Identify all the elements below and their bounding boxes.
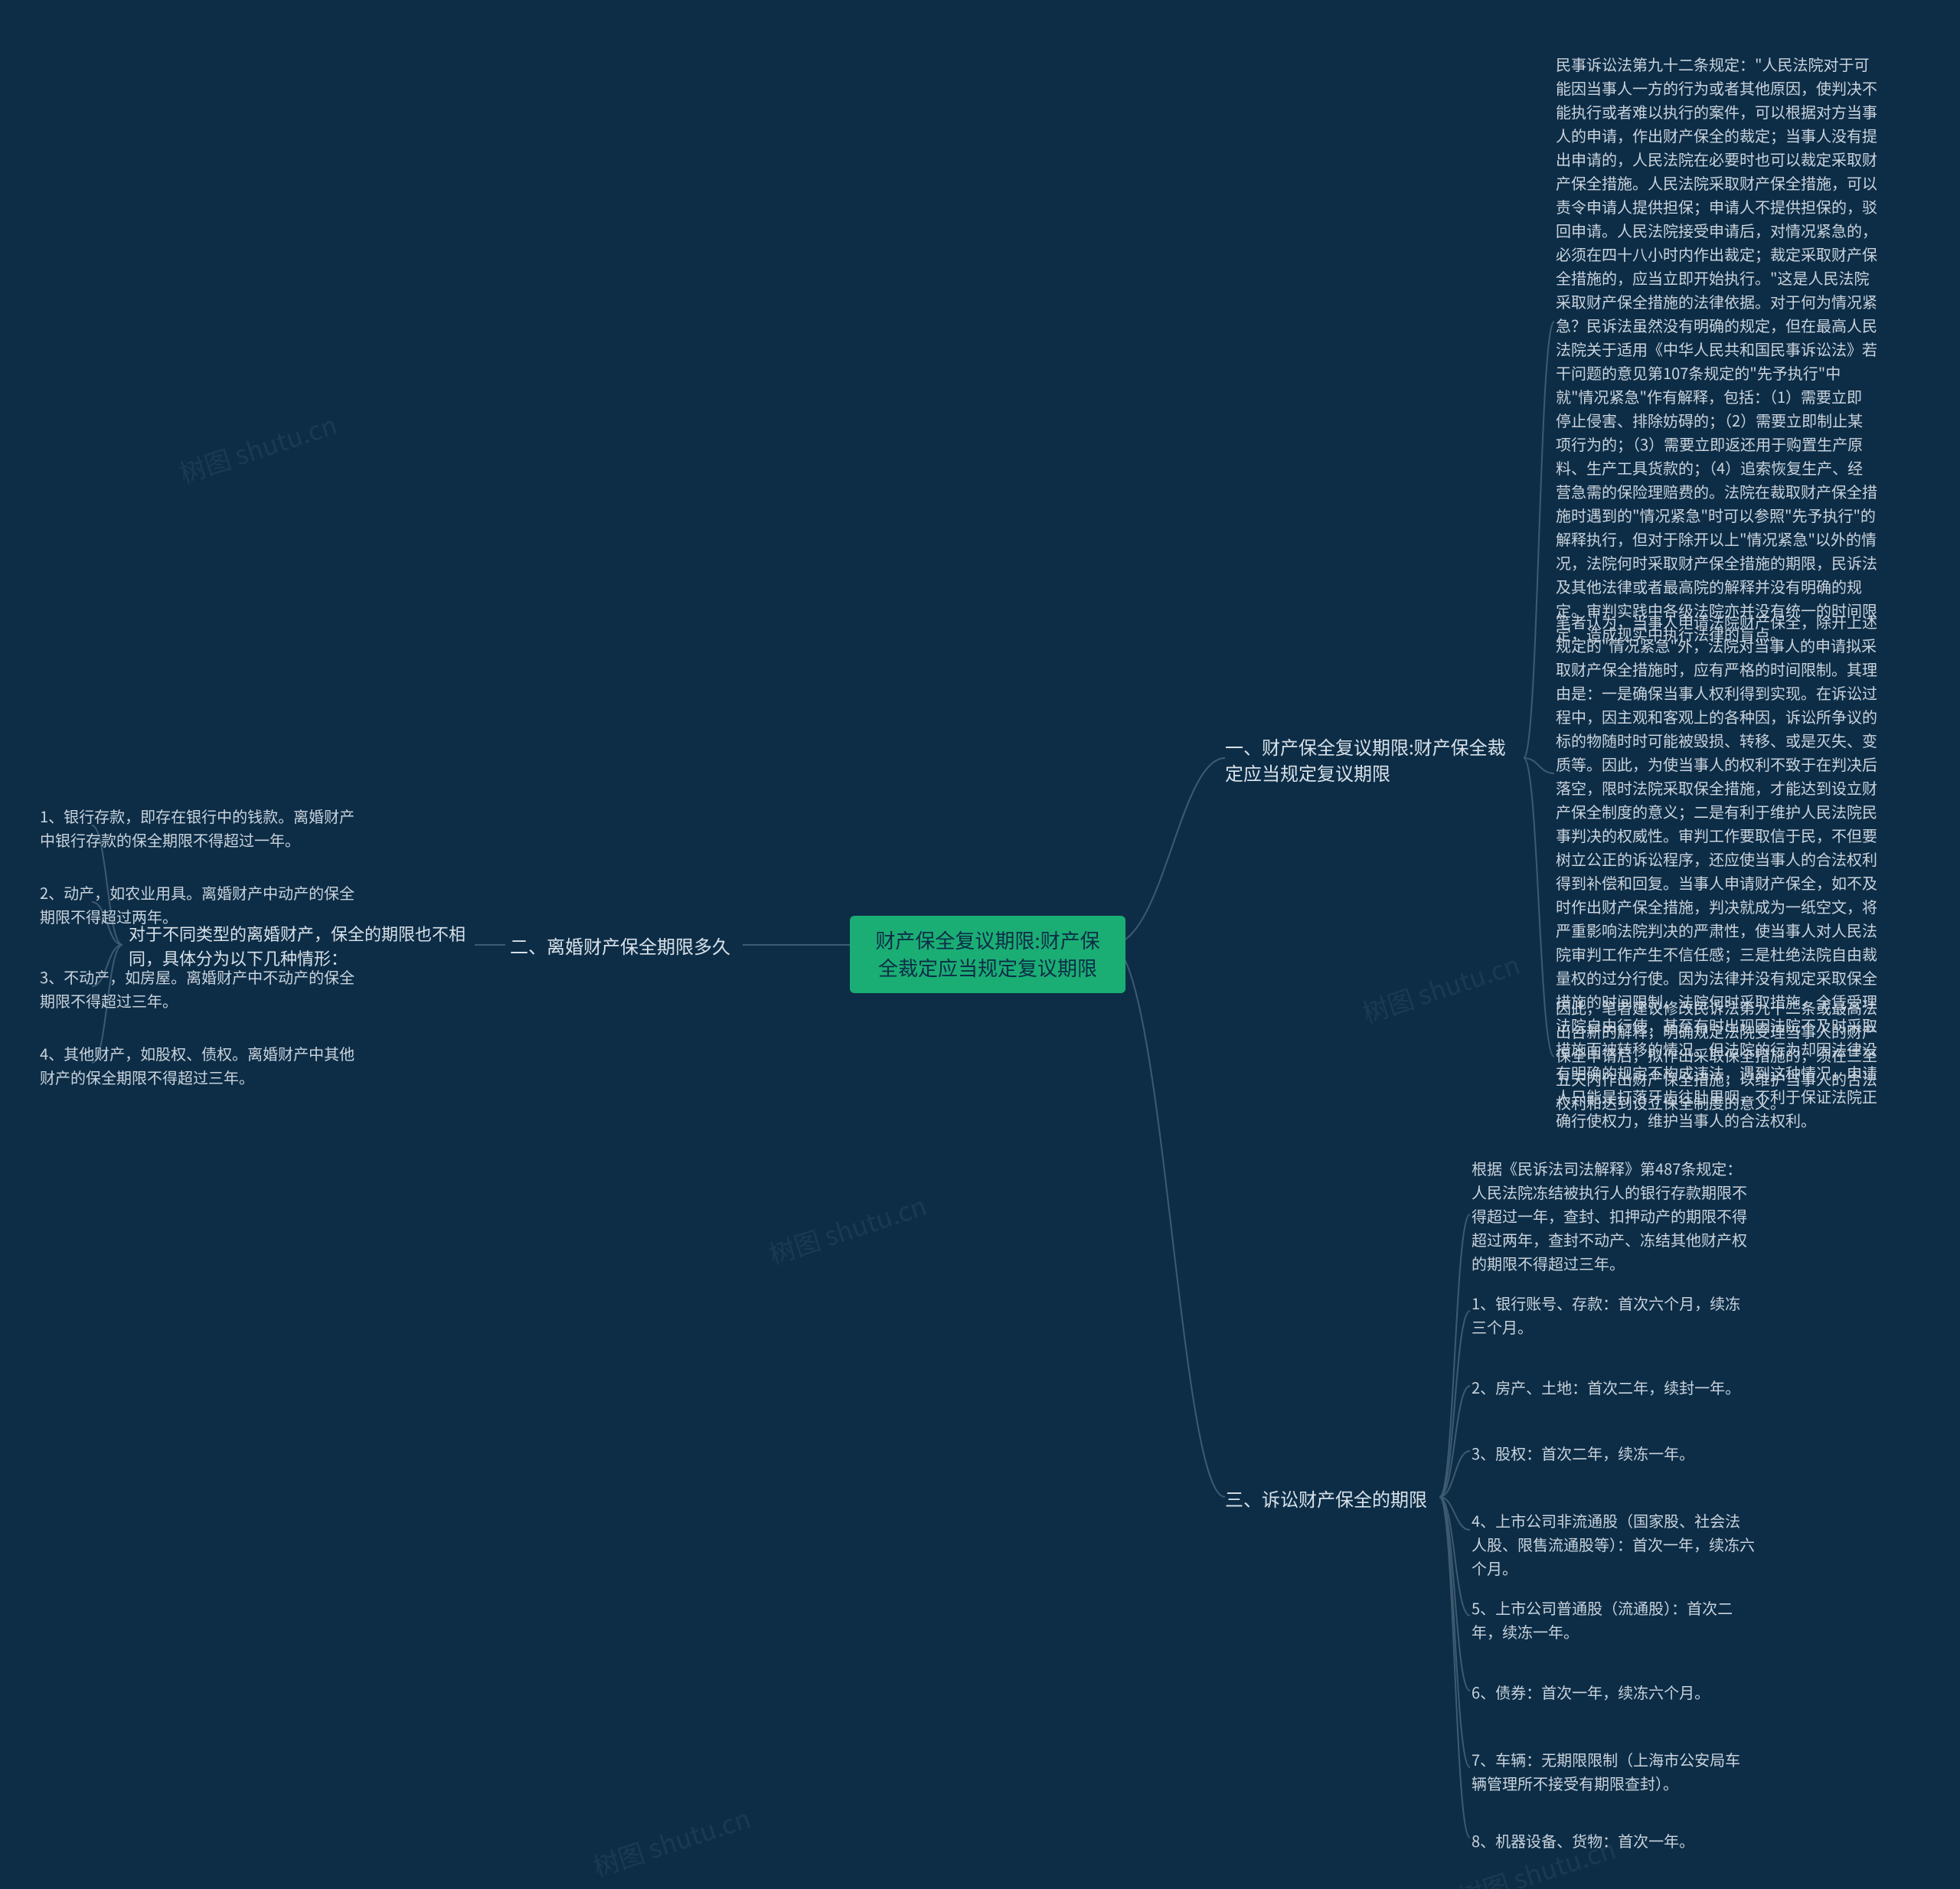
branch-1-leaf-1[interactable]: 民事诉讼法第九十二条规定："人民法院对于可能因当事人一方的行为或者其他原因，使判…	[1556, 52, 1877, 645]
branch-2-leaf-1[interactable]: 1、银行存款，即存在银行中的钱款。离婚财产中银行存款的保全期限不得超过一年。	[40, 804, 361, 851]
root-title-line1: 财产保全复议期限:财产保	[858, 927, 1118, 954]
branch-3-leaf-1[interactable]: 根据《民诉法司法解释》第487条规定：人民法院冻结被执行人的银行存款期限不得超过…	[1472, 1156, 1755, 1275]
watermark: 树图 shutu.cn	[1357, 944, 1524, 1031]
root-title-line2: 全裁定应当规定复议期限	[858, 954, 1118, 982]
branch-3-leaf-5[interactable]: 4、上市公司非流通股（国家股、社会法人股、限售流通股等）：首次一年，续冻六个月。	[1472, 1508, 1755, 1580]
branch-1-label-line1: 一、财产保全复议期限:财产保全裁	[1225, 734, 1531, 760]
branch-3-leaf-7[interactable]: 6、债券：首次一年，续冻六个月。	[1472, 1680, 1755, 1704]
branch-2-leaf-2[interactable]: 2、动产，如农业用具。离婚财产中动产的保全期限不得超过两年。	[40, 881, 361, 928]
branch-3-label[interactable]: 三、诉讼财产保全的期限	[1225, 1485, 1455, 1512]
mindmap-root[interactable]: 财产保全复议期限:财产保 全裁定应当规定复议期限	[850, 916, 1125, 993]
branch-3-leaf-4[interactable]: 3、股权：首次二年，续冻一年。	[1472, 1441, 1755, 1465]
branch-3-leaf-2[interactable]: 1、银行账号、存款：首次六个月，续冻三个月。	[1472, 1291, 1755, 1338]
branch-3-leaf-9[interactable]: 8、机器设备、货物：首次一年。	[1472, 1829, 1755, 1852]
branch-1-label-line2: 定应当规定复议期限	[1225, 760, 1531, 786]
branch-3-leaf-3[interactable]: 2、房产、土地：首次二年，续封一年。	[1472, 1375, 1755, 1399]
watermark: 树图 shutu.cn	[175, 404, 341, 491]
branch-1-leaf-3[interactable]: 因此，笔者建议修改民诉法第九十二条或最高法出台新的解释，明确规定法院受理当事人的…	[1556, 995, 1877, 1114]
watermark: 树图 shutu.cn	[588, 1798, 755, 1884]
branch-2-leaf-4[interactable]: 4、其他财产，如股权、债权。离婚财产中其他财产的保全期限不得超过三年。	[40, 1041, 361, 1089]
watermark: 树图 shutu.cn	[764, 1185, 931, 1272]
branch-2-leaf-3[interactable]: 3、不动产，如房屋。离婚财产中不动产的保全期限不得超过三年。	[40, 965, 361, 1012]
branch-3-leaf-8[interactable]: 7、车辆：无期限限制（上海市公安局车辆管理所不接受有期限查封）。	[1472, 1747, 1755, 1795]
branch-2-sublabel[interactable]: 对于不同类型的离婚财产，保全的期限也不相 同，具体分为以下几种情形：	[129, 922, 481, 971]
branch-1-label[interactable]: 一、财产保全复议期限:财产保全裁 定应当规定复议期限	[1225, 734, 1531, 785]
branch-3-leaf-6[interactable]: 5、上市公司普通股（流通股）：首次二年，续冻一年。	[1472, 1596, 1755, 1643]
branch-2-label[interactable]: 二、离婚财产保全期限多久	[510, 933, 747, 959]
